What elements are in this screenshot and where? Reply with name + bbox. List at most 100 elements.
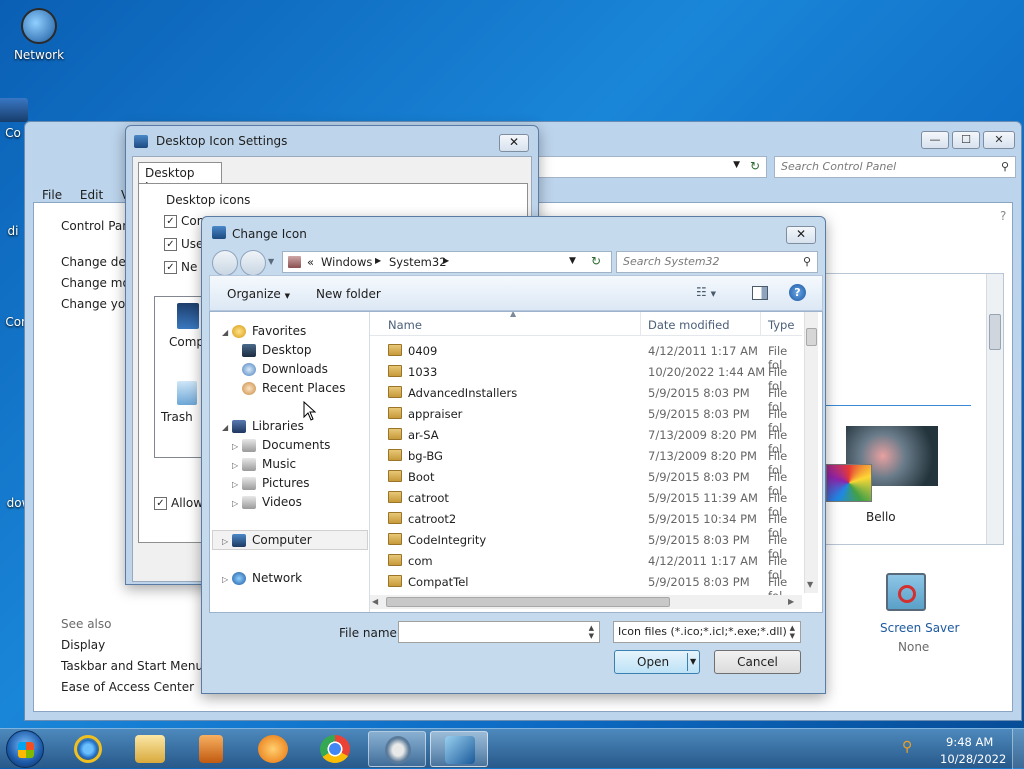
scrollbar-thumb[interactable] (806, 328, 817, 346)
desktop-icon-network[interactable]: Network (4, 8, 74, 62)
collapse-arrow-icon[interactable]: ▷ (232, 499, 238, 508)
tree-recent-places[interactable]: Recent Places (242, 381, 345, 395)
checkbox[interactable]: ✓ (164, 261, 177, 274)
file-row[interactable]: bg-BG 7/13/2009 8:20 PM File fol (370, 445, 802, 477)
spin-arrows-icon[interactable]: ▲ ▼ (790, 624, 795, 640)
taskbar-internet-explorer[interactable] (60, 731, 118, 767)
file-row[interactable]: CompatTel5/9/2015 8:03 PMFile fol (370, 571, 802, 603)
scrollbar[interactable] (986, 274, 1003, 544)
menu-file[interactable]: File (42, 188, 62, 202)
new-folder-button[interactable]: New folder (316, 287, 381, 301)
file-row[interactable]: Boot 5/9/2015 8:03 PM File fol (370, 466, 802, 498)
checkbox-user-files[interactable]: ✓ Use (164, 237, 203, 251)
scrollbar-thumb[interactable] (386, 597, 670, 607)
tab-desktop-icons[interactable]: Desktop Icons (138, 162, 222, 194)
breadcrumb[interactable]: « Windows ▶ System32 ▶ ▼ ↻ (282, 251, 612, 273)
open-button[interactable]: Open ▼ (614, 650, 700, 674)
menu-edit[interactable]: Edit (80, 188, 103, 202)
help-icon[interactable]: ? (1000, 209, 1006, 223)
checkbox[interactable]: ✓ (154, 497, 167, 510)
file-row[interactable]: AdvancedInstallers 5/9/2015 8:03 PM File f… (370, 382, 802, 414)
taskbar-desktop-icon-settings[interactable] (430, 731, 488, 767)
tree-documents[interactable]: Documents (242, 438, 330, 452)
maximize-button[interactable]: ☐ (952, 131, 980, 149)
taskbar-chrome[interactable] (306, 731, 364, 767)
start-button[interactable] (6, 730, 44, 768)
file-name-input[interactable]: ▲ ▼ (398, 621, 600, 643)
chevron-right-icon[interactable]: ▶ (375, 256, 381, 265)
allow-themes-checkbox[interactable]: ✓ Allow (154, 496, 203, 510)
action-center-icon[interactable]: ⚲ (902, 739, 918, 755)
tree-videos[interactable]: Videos (242, 495, 302, 509)
checkbox[interactable]: ✓ (164, 215, 177, 228)
close-button[interactable]: ✕ (983, 131, 1015, 149)
expand-arrow-icon[interactable]: ◢ (222, 328, 228, 337)
search-input[interactable]: Search Control Panel ⚲ (774, 156, 1016, 178)
show-desktop-button[interactable] (1012, 729, 1024, 769)
file-row[interactable]: catroot2 5/9/2015 10:34 PM File fol (370, 508, 802, 540)
file-row[interactable]: CodeIntegrity 5/9/2015 8:03 PM File fol (370, 529, 802, 561)
file-row[interactable]: catroot 5/9/2015 11:39 AM File fol (370, 487, 802, 519)
breadcrumb-prefix[interactable]: « (307, 255, 314, 269)
file-row[interactable]: 0409 4/12/2011 1:17 AM File fol (370, 340, 802, 372)
scroll-left-arrow-icon[interactable]: ◀ (372, 597, 378, 606)
close-button[interactable]: ✕ (499, 134, 529, 152)
tree-network[interactable]: Network (232, 571, 302, 585)
clock-date[interactable]: 10/28/2022 (940, 752, 1006, 766)
back-button[interactable] (212, 250, 238, 276)
computer-icon[interactable] (177, 303, 199, 329)
screen-saver-label[interactable]: Screen Saver (880, 621, 959, 635)
file-row[interactable]: 1033 10/20/2022 1:44 AM File fol (370, 361, 802, 393)
recent-pages-chevron-icon[interactable]: ▼ (268, 257, 274, 266)
clock-time[interactable]: 9:48 AM (946, 735, 993, 749)
tree-downloads[interactable]: Downloads (242, 362, 328, 376)
spin-arrows-icon[interactable]: ▲ ▼ (589, 624, 594, 640)
breadcrumb-windows[interactable]: Windows (321, 255, 372, 269)
close-button[interactable]: ✕ (786, 226, 816, 244)
forward-button[interactable] (240, 250, 266, 276)
column-type[interactable]: Type (768, 318, 794, 332)
chevron-down-icon[interactable]: ▼ (733, 160, 740, 170)
minimize-button[interactable]: — (921, 131, 949, 149)
collapse-arrow-icon[interactable]: ▷ (232, 461, 238, 470)
vertical-scrollbar[interactable]: ▼ (804, 312, 818, 593)
collapse-arrow-icon[interactable]: ▷ (232, 480, 238, 489)
taskbar-control-panel[interactable] (368, 731, 426, 767)
see-also-display[interactable]: Display (61, 638, 105, 652)
chevron-down-icon[interactable]: ▼ (569, 256, 576, 266)
breadcrumb-system32[interactable]: System32 (389, 255, 447, 269)
tree-music[interactable]: Music (242, 457, 296, 471)
cancel-button[interactable]: Cancel (714, 650, 801, 674)
see-also-ease-of-access[interactable]: Ease of Access Center (61, 680, 194, 694)
chevron-down-icon[interactable]: ▼ (690, 651, 696, 673)
collapse-arrow-icon[interactable]: ▷ (222, 575, 228, 584)
tree-desktop[interactable]: Desktop (242, 343, 312, 357)
checkbox-network[interactable]: ✓ Ne (164, 260, 197, 274)
tree-libraries[interactable]: Libraries (232, 419, 304, 433)
search-input[interactable]: Search System32 ⚲ (616, 251, 818, 273)
taskbar-media-player[interactable] (182, 731, 240, 767)
file-type-select[interactable]: Icon files (*.ico;*.icl;*.exe;*.dll) ▲ ▼ (613, 621, 801, 643)
expand-arrow-icon[interactable]: ◢ (222, 423, 228, 432)
preview-pane-icon[interactable] (752, 286, 768, 300)
help-icon[interactable]: ? (789, 284, 806, 301)
tree-pictures[interactable]: Pictures (242, 476, 310, 490)
refresh-icon[interactable]: ↻ (750, 159, 760, 173)
checkbox[interactable]: ✓ (164, 238, 177, 251)
scroll-right-arrow-icon[interactable]: ▶ (788, 597, 794, 606)
file-row[interactable]: com 4/12/2011 1:17 AM File fol (370, 550, 802, 582)
column-date[interactable]: Date modified (648, 318, 730, 332)
scroll-down-arrow-icon[interactable]: ▼ (807, 580, 813, 589)
view-options-icon[interactable]: ☷ ▼ (696, 285, 716, 299)
screen-saver-icon[interactable] (886, 573, 926, 611)
column-name[interactable]: Name (388, 318, 422, 332)
see-also-taskbar[interactable]: Taskbar and Start Menu (61, 659, 203, 673)
tree-favorites[interactable]: Favorites (232, 324, 306, 338)
recycle-bin-icon[interactable] (177, 381, 197, 405)
scrollbar-thumb[interactable] (989, 314, 1001, 350)
file-row[interactable]: ar-SA 7/13/2009 8:20 PM File fol (370, 424, 802, 456)
collapse-arrow-icon[interactable]: ▷ (222, 537, 228, 546)
chevron-right-icon[interactable]: ▶ (443, 256, 449, 265)
file-row[interactable]: appraiser 5/9/2015 8:03 PM File fol (370, 403, 802, 435)
collapse-arrow-icon[interactable]: ▷ (232, 442, 238, 451)
